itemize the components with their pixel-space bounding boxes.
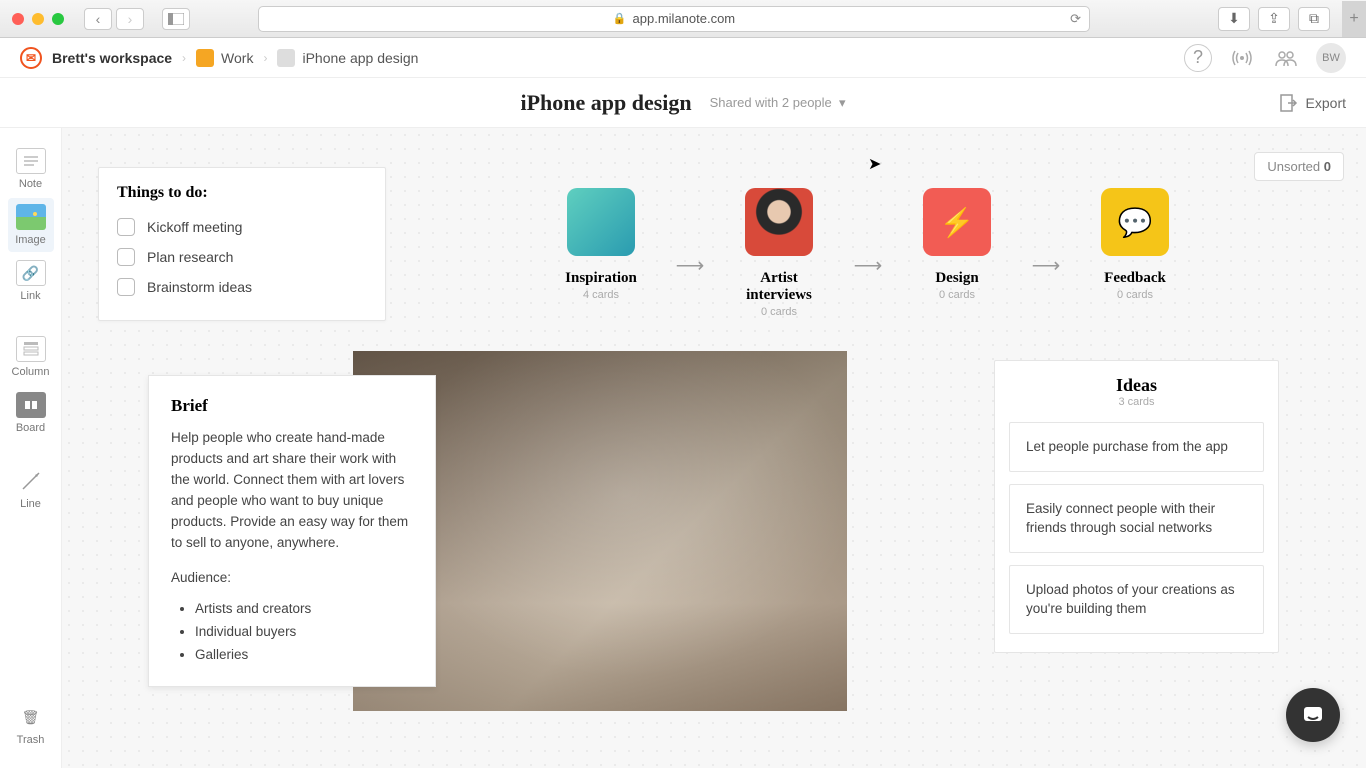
tabs-button[interactable]: ⧉	[1298, 7, 1330, 31]
intercom-chat-button[interactable]	[1286, 688, 1340, 742]
lock-icon: 🔒	[613, 12, 627, 25]
traffic-lights	[12, 13, 64, 25]
checkbox-icon[interactable]	[117, 248, 135, 266]
todo-item[interactable]: Kickoff meeting	[117, 212, 367, 242]
chrome-right-buttons: ⬇ ⇪ ⧉	[1218, 7, 1330, 31]
tool-image[interactable]: Image	[8, 198, 54, 252]
tool-trash[interactable]: 🗑 Trash	[8, 698, 54, 752]
ideas-title: Ideas	[1009, 375, 1264, 396]
header-right: ? BW	[1184, 43, 1346, 73]
chat-icon: 💬	[1101, 188, 1169, 256]
sidebar-toggle-button[interactable]	[162, 8, 190, 30]
tool-link[interactable]: 🔗 Link	[8, 254, 54, 308]
inspiration-icon	[567, 188, 635, 256]
broadcast-icon[interactable]	[1228, 44, 1256, 72]
breadcrumb-item-current[interactable]: iPhone app design	[277, 49, 418, 67]
left-toolbar: Note Image 🔗 Link Column Board Line 🗑 Tr…	[0, 128, 62, 768]
audience-item: Individual buyers	[195, 620, 413, 643]
window-minimize-icon[interactable]	[32, 13, 44, 25]
downloads-button[interactable]: ⬇	[1218, 7, 1250, 31]
folder-icon	[277, 49, 295, 67]
url-text: app.milanote.com	[633, 11, 736, 26]
image-icon	[16, 204, 46, 230]
user-avatar[interactable]: BW	[1316, 43, 1346, 73]
export-icon	[1280, 94, 1298, 112]
shared-dropdown[interactable]: Shared with 2 people ▾	[710, 95, 846, 111]
trash-icon: 🗑	[16, 704, 46, 730]
browser-chrome: ‹ › 🔒 app.milanote.com ⟳ ⬇ ⇪ ⧉ +	[0, 0, 1366, 38]
export-button[interactable]: Export	[1280, 94, 1346, 112]
todo-item[interactable]: Brainstorm ideas	[117, 272, 367, 302]
tool-column[interactable]: Column	[8, 330, 54, 384]
todo-item[interactable]: Plan research	[117, 242, 367, 272]
idea-card[interactable]: Let people purchase from the app	[1009, 422, 1264, 472]
audience-item: Artists and creators	[195, 597, 413, 620]
board-artist-interviews[interactable]: Artist interviews 0 cards	[726, 188, 832, 318]
tool-note[interactable]: Note	[8, 142, 54, 196]
tool-line[interactable]: Line	[8, 462, 54, 516]
audience-label: Audience:	[171, 570, 413, 585]
ideas-column[interactable]: Ideas 3 cards Let people purchase from t…	[994, 360, 1279, 653]
audience-list: Artists and creators Individual buyers G…	[171, 597, 413, 666]
audience-item: Galleries	[195, 643, 413, 666]
arrow-icon: ⟶	[844, 253, 892, 278]
window-zoom-icon[interactable]	[52, 13, 64, 25]
app-logo-icon[interactable]: ✉	[20, 47, 42, 69]
column-icon	[16, 336, 46, 362]
board-design[interactable]: ⚡ Design 0 cards	[904, 188, 1010, 301]
idea-card[interactable]: Upload photos of your creations as you'r…	[1009, 565, 1264, 634]
url-bar[interactable]: 🔒 app.milanote.com ⟳	[258, 6, 1090, 32]
arrow-icon: ⟶	[666, 253, 714, 278]
new-tab-button[interactable]: +	[1342, 1, 1366, 37]
board-feedback[interactable]: 💬 Feedback 0 cards	[1082, 188, 1188, 301]
line-icon	[16, 468, 46, 494]
checkbox-icon[interactable]	[117, 218, 135, 236]
artist-photo-icon	[745, 188, 813, 256]
back-button[interactable]: ‹	[84, 8, 112, 30]
flow-boards: Inspiration 4 cards ⟶ Artist interviews …	[548, 188, 1188, 318]
tool-board[interactable]: Board	[8, 386, 54, 440]
help-icon[interactable]: ?	[1184, 44, 1212, 72]
todo-title: Things to do:	[117, 184, 367, 202]
forward-button[interactable]: ›	[116, 8, 144, 30]
board-icon	[16, 392, 46, 418]
breadcrumb-workspace[interactable]: Brett's workspace	[52, 50, 172, 66]
todo-card[interactable]: Things to do: Kickoff meeting Plan resea…	[98, 167, 386, 321]
unsorted-badge[interactable]: Unsorted 0	[1254, 152, 1344, 181]
lightning-icon: ⚡	[923, 188, 991, 256]
arrow-icon: ⟶	[1022, 253, 1070, 278]
chevron-right-icon: ›	[182, 51, 186, 65]
link-icon: 🔗	[16, 260, 46, 286]
board-inspiration[interactable]: Inspiration 4 cards	[548, 188, 654, 301]
people-icon[interactable]	[1272, 44, 1300, 72]
breadcrumb-item-work[interactable]: Work	[196, 49, 253, 67]
chat-bubble-icon	[1300, 702, 1326, 728]
board-title[interactable]: iPhone app design	[520, 90, 691, 116]
checkbox-icon[interactable]	[117, 278, 135, 296]
board-title-bar: iPhone app design Shared with 2 people ▾…	[0, 78, 1366, 128]
brief-card[interactable]: Brief Help people who create hand-made p…	[148, 375, 436, 687]
folder-icon	[196, 49, 214, 67]
share-button[interactable]: ⇪	[1258, 7, 1290, 31]
chevron-right-icon: ›	[263, 51, 267, 65]
breadcrumb-bar: ✉ Brett's workspace › Work › iPhone app …	[0, 38, 1366, 78]
nav-buttons: ‹ ›	[84, 8, 144, 30]
brief-title: Brief	[171, 396, 413, 416]
ideas-count: 3 cards	[1009, 396, 1264, 408]
brief-body: Help people who create hand-made product…	[171, 428, 413, 554]
reload-icon[interactable]: ⟳	[1070, 11, 1081, 27]
note-icon	[16, 148, 46, 174]
window-close-icon[interactable]	[12, 13, 24, 25]
idea-card[interactable]: Easily connect people with their friends…	[1009, 484, 1264, 553]
